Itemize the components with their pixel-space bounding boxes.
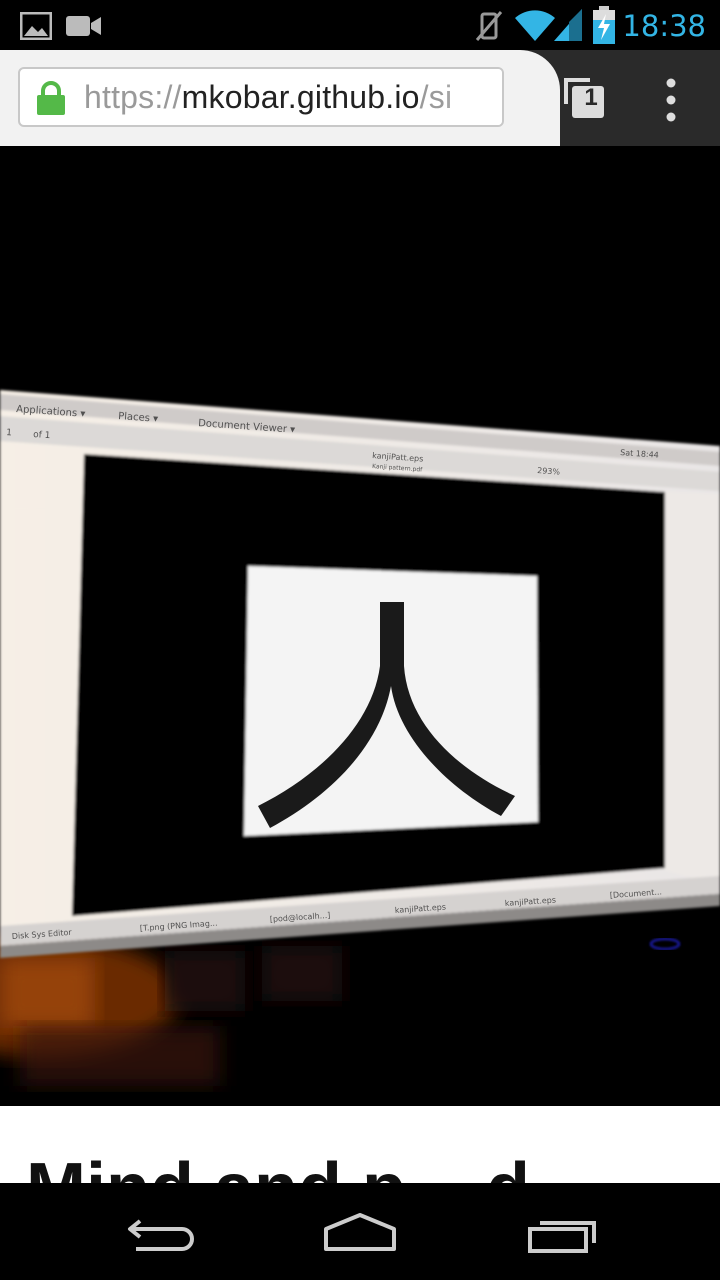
url-bar[interactable]: https://mkobar.github.io/si <box>18 67 504 127</box>
gallery-notification-icon <box>20 12 52 40</box>
cell-signal-icon <box>554 9 582 41</box>
status-bar: 18:38 <box>0 0 720 50</box>
overflow-menu-icon[interactable] <box>656 77 686 123</box>
article-heading: Mind and p... d <box>26 1149 530 1183</box>
article-photo: Applications ▾ Places ▾ Document Viewer … <box>0 146 720 1106</box>
photo-zoom: 293% <box>537 466 561 477</box>
status-clock: 18:38 <box>622 9 706 43</box>
url-scheme: https:// <box>84 79 182 115</box>
lock-icon <box>37 81 65 115</box>
video-notification-icon <box>66 16 101 36</box>
wifi-icon <box>515 10 555 41</box>
vibrate-off-icon <box>475 11 503 41</box>
url-text: https://mkobar.github.io/si <box>84 69 452 125</box>
home-icon[interactable] <box>300 1205 420 1261</box>
browser-toolbar: https://mkobar.github.io/si 1 <box>0 50 720 146</box>
url-fade <box>442 69 502 125</box>
photo-page-field: 1 <box>6 428 12 438</box>
url-host: mkobar.github.io <box>181 79 420 115</box>
web-page-content[interactable]: Applications ▾ Places ▾ Document Viewer … <box>0 146 720 1183</box>
battery-charging-icon <box>593 6 615 44</box>
tab-count: 1 <box>584 84 598 111</box>
recents-icon[interactable] <box>502 1205 622 1261</box>
back-icon[interactable] <box>100 1205 220 1261</box>
navigation-bar <box>0 1183 720 1280</box>
photo-page-of: of 1 <box>33 430 51 441</box>
